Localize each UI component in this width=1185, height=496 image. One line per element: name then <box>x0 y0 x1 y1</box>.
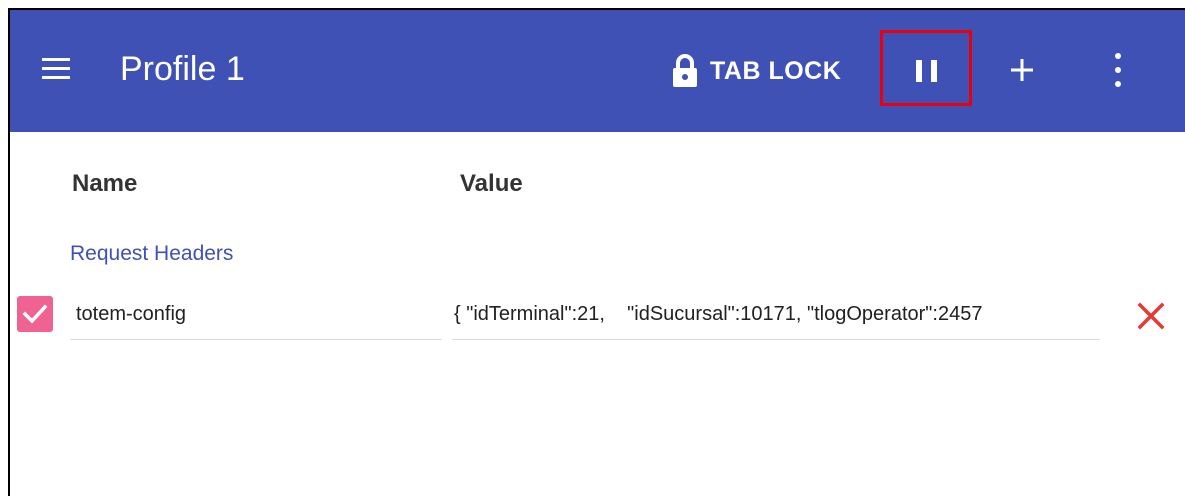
header-enabled-checkbox[interactable] <box>17 296 53 332</box>
add-button[interactable] <box>1006 54 1038 86</box>
app-bar: Profile 1 TAB LOCK <box>10 10 1185 132</box>
checkmark-icon <box>22 304 48 324</box>
pause-button[interactable] <box>880 30 972 106</box>
request-headers-label: Request Headers <box>70 242 234 265</box>
tab-lock-button[interactable]: TAB LOCK <box>672 50 841 92</box>
header-name-field[interactable]: totem-config <box>70 292 442 340</box>
profile-title[interactable]: Profile 1 <box>120 48 245 90</box>
lock-icon <box>672 54 698 88</box>
header-value-field[interactable]: { "idTerminal":21, "idSucursal":10171, "… <box>452 292 1100 340</box>
name-column-header: Name <box>72 170 138 197</box>
delete-header-button[interactable] <box>1136 301 1166 331</box>
close-icon <box>1137 302 1165 330</box>
plus-icon <box>1011 59 1033 81</box>
tab-lock-label: TAB LOCK <box>710 56 842 85</box>
value-column-header: Value <box>460 170 523 197</box>
window: Profile 1 TAB LOCK Name Value Request He… <box>8 8 1185 496</box>
menu-icon[interactable] <box>42 58 70 80</box>
more-vert-icon[interactable] <box>1108 50 1128 90</box>
